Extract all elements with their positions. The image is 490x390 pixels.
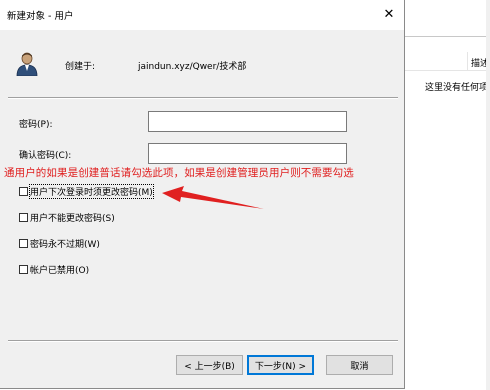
- user-avatar-icon: [16, 52, 38, 76]
- background-window: 描述 这里没有任何项: [405, 0, 490, 390]
- option-must-change-password[interactable]: 用户下次登录时须更改密码(M): [19, 183, 154, 199]
- checkbox[interactable]: [19, 212, 28, 222]
- next-button[interactable]: 下一步(N) >: [247, 355, 314, 375]
- annotation-arrow-icon: [162, 186, 264, 209]
- confirm-password-label: 确认密码(C):: [19, 151, 72, 161]
- option-account-disabled[interactable]: 帐户已禁用(O): [19, 262, 89, 276]
- scrollbar[interactable]: [486, 0, 490, 390]
- created-in-path: jaindun.xyz/Qwer/技术部: [138, 62, 247, 72]
- cancel-button[interactable]: 取消: [326, 355, 393, 375]
- toolbar-divider: [405, 36, 490, 37]
- dialog-titlebar[interactable]: 新建对象 - 用户 ✕: [0, 0, 404, 30]
- column-separator[interactable]: [467, 52, 468, 70]
- checkbox[interactable]: [19, 186, 28, 196]
- close-icon[interactable]: ✕: [380, 6, 398, 24]
- dialog-title: 新建对象 - 用户: [7, 11, 74, 22]
- password-field[interactable]: [148, 111, 347, 132]
- password-label: 密码(P):: [19, 120, 53, 130]
- divider-top: [8, 97, 398, 99]
- confirm-password-field[interactable]: [148, 143, 347, 164]
- option-cannot-change-password[interactable]: 用户不能更改密码(S): [19, 210, 115, 224]
- checkbox[interactable]: [19, 264, 28, 274]
- option-label[interactable]: 用户下次登录时须更改密码(M): [29, 183, 154, 199]
- checkbox[interactable]: [19, 238, 28, 248]
- created-in-label: 创建于:: [65, 62, 96, 72]
- option-label[interactable]: 密码永不过期(W): [30, 237, 100, 250]
- empty-list-text: 这里没有任何项: [425, 83, 489, 93]
- divider-bottom: [8, 340, 398, 342]
- option-label[interactable]: 用户不能更改密码(S): [30, 211, 115, 224]
- option-label[interactable]: 帐户已禁用(O): [30, 263, 89, 276]
- option-password-never-expires[interactable]: 密码永不过期(W): [19, 236, 100, 250]
- back-button[interactable]: < 上一步(B): [176, 355, 243, 375]
